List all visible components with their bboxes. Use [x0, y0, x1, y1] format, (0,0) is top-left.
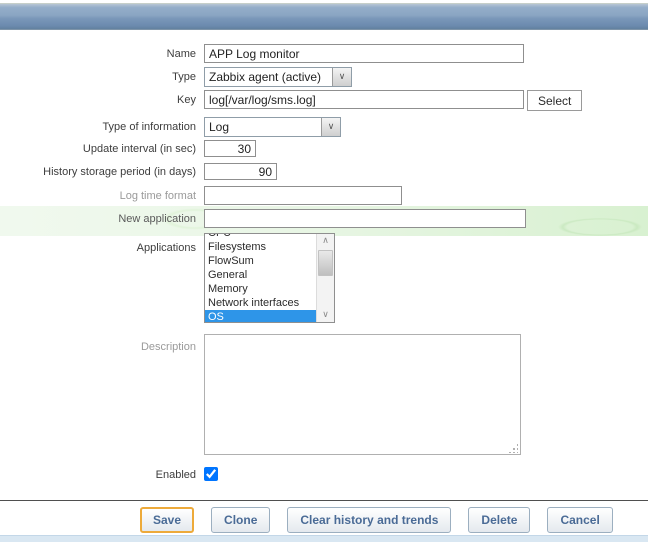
new-application-row: New application — [0, 209, 526, 228]
type-of-information-row: Type of information Log ∨ — [0, 117, 341, 137]
clone-button[interactable]: Clone — [211, 507, 271, 533]
applications-listbox[interactable]: CPU Filesystems FlowSum General Memory N… — [204, 233, 335, 323]
applications-label: Applications — [136, 241, 196, 254]
description-label-row: Description — [0, 340, 196, 353]
name-input[interactable] — [204, 44, 524, 63]
new-application-input[interactable] — [204, 209, 526, 228]
applications-label-row: Applications — [0, 241, 196, 254]
type-select-value: Zabbix agent (active) — [209, 70, 322, 84]
type-of-information-label: Type of information — [102, 121, 196, 133]
list-item[interactable]: Network interfaces — [205, 296, 319, 310]
type-row: Type Zabbix agent (active) ∨ — [0, 67, 352, 87]
update-interval-label: Update interval (in sec) — [82, 142, 196, 155]
key-row: Key — [0, 90, 524, 109]
update-interval-input[interactable] — [204, 140, 256, 157]
enabled-checkbox[interactable] — [204, 467, 218, 481]
clear-history-button[interactable]: Clear history and trends — [287, 507, 452, 533]
list-item-selected[interactable]: OS — [205, 310, 319, 322]
key-select-button[interactable]: Select — [527, 90, 583, 111]
type-of-information-select[interactable]: Log ∨ — [204, 117, 341, 137]
name-label: Name — [166, 47, 196, 60]
delete-button[interactable]: Delete — [468, 507, 531, 533]
enabled-label: Enabled — [155, 469, 196, 481]
save-button[interactable]: Save — [140, 507, 195, 533]
footer-buttons: Save Clone Clear history and trends Dele… — [140, 507, 613, 533]
new-application-label: New application — [118, 212, 196, 225]
log-time-format-row: Log time format — [0, 186, 402, 205]
list-item[interactable]: Filesystems — [205, 240, 319, 254]
applications-list: CPU Filesystems FlowSum General Memory N… — [205, 234, 334, 322]
list-item[interactable]: General — [205, 268, 319, 282]
top-navigation-bar — [0, 3, 648, 30]
type-of-information-value: Log — [209, 120, 230, 134]
list-item[interactable]: CPU — [205, 234, 319, 240]
description-label: Description — [140, 340, 196, 353]
history-storage-input[interactable] — [204, 163, 277, 180]
chevron-down-icon[interactable]: ∨ — [332, 68, 351, 86]
history-storage-label: History storage period (in days) — [43, 165, 196, 178]
key-input[interactable] — [204, 90, 524, 109]
type-label: Type — [172, 71, 196, 83]
applications-scrollbar[interactable]: ∧ ∨ — [316, 234, 334, 322]
cancel-button[interactable]: Cancel — [547, 507, 613, 533]
update-interval-row: Update interval (in sec) — [0, 140, 256, 157]
description-textarea[interactable] — [204, 334, 521, 455]
item-configuration-page: Name Type Zabbix agent (active) ∨ Key Se… — [0, 0, 648, 542]
type-select[interactable]: Zabbix agent (active) ∨ — [204, 67, 352, 87]
name-row: Name — [0, 44, 524, 63]
list-item[interactable]: Memory — [205, 282, 319, 296]
chevron-down-icon[interactable]: ∨ — [321, 118, 340, 136]
log-time-format-input[interactable] — [204, 186, 402, 205]
watermark-swirl — [540, 214, 648, 240]
scroll-down-icon[interactable]: ∨ — [317, 308, 334, 322]
log-time-format-label: Log time format — [119, 189, 196, 202]
enabled-row: Enabled — [0, 468, 196, 482]
footer-divider — [0, 500, 648, 501]
history-storage-row: History storage period (in days) — [0, 163, 277, 180]
scroll-up-icon[interactable]: ∧ — [317, 234, 334, 248]
bottom-strip — [0, 535, 648, 542]
list-item[interactable]: FlowSum — [205, 254, 319, 268]
key-label: Key — [177, 93, 196, 106]
scrollbar-thumb[interactable] — [318, 250, 333, 276]
